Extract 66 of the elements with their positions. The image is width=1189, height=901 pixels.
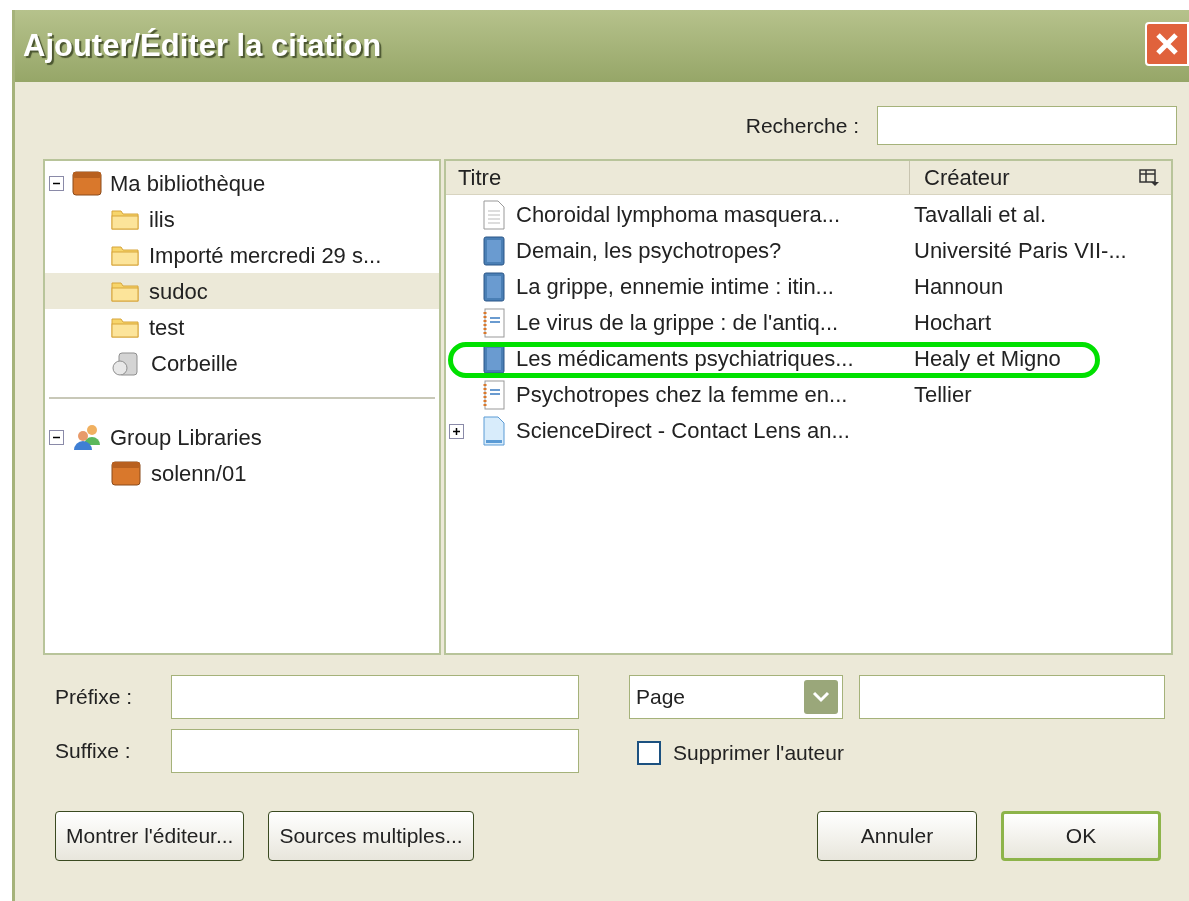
dialog-button[interactable]: Sources multiples... [268,811,474,861]
tree-item[interactable]: Group Libraries [49,419,435,455]
table-row[interactable]: ScienceDirect - Contact Lens an... [446,413,1171,449]
tree-item[interactable]: Importé mercredi 29 s... [45,237,439,273]
table-row[interactable]: Les médicaments psychiatriques... Healy et Migno [446,341,1171,377]
suppress-author-checkbox[interactable]: Supprimer l'auteur [637,737,1175,769]
creator-cell: Université Paris VII-... [914,239,1127,263]
text-field[interactable] [171,729,579,773]
title-cell-text: Choroidal lymphoma masquera... [516,203,842,227]
table-row[interactable]: La grippe, ennemie intime : itin... Hannoun [446,269,1171,305]
document-icon [482,200,506,230]
title-cell-text: Demain, les psychotropes? [516,239,783,263]
column-header[interactable]: Créateur [910,161,1139,194]
trash-icon [111,349,141,377]
dialog-button[interactable]: OK [1001,811,1161,861]
creator-cell: Tellier [914,383,972,407]
table-row[interactable]: Choroidal lymphoma masquera... Tavallali et al. [446,197,1171,233]
box-icon [72,170,102,196]
collapse-toggle[interactable] [49,175,64,191]
book-icon [482,272,506,302]
column-header[interactable]: Titre [446,161,910,194]
webpage-icon [482,416,506,446]
book-icon [482,344,506,374]
creator-cell: Hannoun [914,275,1004,299]
title-cell-text: ScienceDirect - Contact Lens an... [516,419,851,443]
box-icon [111,460,141,486]
title-cell-text: La grippe, ennemie intime : itin... [516,275,835,299]
locator-dropdown[interactable]: Page [629,675,843,719]
folder-icon [111,316,139,338]
folder-icon [111,244,139,266]
dialog-button[interactable]: Annuler [817,811,977,861]
title-cell-text: Psychotropes chez la femme en... [516,383,849,407]
tree-item[interactable]: ilis [45,201,439,237]
search-label: Recherche : [745,112,859,139]
close-icon [1154,31,1180,57]
tree-item[interactable]: sudoc [45,273,439,309]
window-title: Ajouter/Éditer la citation [23,26,382,65]
creator-cell: Healy et Migno [914,347,1061,371]
folder-icon [111,208,139,230]
text-field[interactable] [171,675,579,719]
search-field[interactable] [877,106,1177,145]
title-cell-text: Les médicaments psychiatriques... [516,347,855,371]
field-label: Préfixe : [55,684,134,711]
title-cell-text: Le virus de la grippe : de l'antiq... [516,311,840,335]
expand-toggle[interactable] [449,423,464,439]
creator-cell: Hochart [914,311,992,335]
table-row[interactable]: Psychotropes chez la femme en... Tellier [446,377,1171,413]
field-label: Suffixe : [55,738,132,765]
tree-item[interactable]: Corbeille [45,345,439,381]
folder-icon [111,280,139,302]
creator-cell: Tavallali et al. [914,203,1047,227]
close-button[interactable] [1145,22,1189,66]
collapse-toggle[interactable] [49,429,64,445]
table-row[interactable]: Le virus de la grippe : de l'antiq... Hochart [446,305,1171,341]
plus-icon [452,426,461,436]
tree-item[interactable]: test [45,309,439,345]
dialog-button[interactable]: Montrer l'éditeur... [55,811,245,861]
locator-field[interactable] [859,675,1165,719]
people-icon [72,423,102,451]
table-row[interactable]: Demain, les psychotropes? Université Paris VII-... [446,233,1171,269]
column-picker-icon[interactable] [1139,168,1159,187]
tree-item[interactable]: solenn/01 [49,455,435,491]
notebook-icon [482,380,506,410]
book-icon [482,236,506,266]
notebook-icon [482,308,506,338]
tree-item[interactable]: Ma bibliothèque [45,165,439,201]
